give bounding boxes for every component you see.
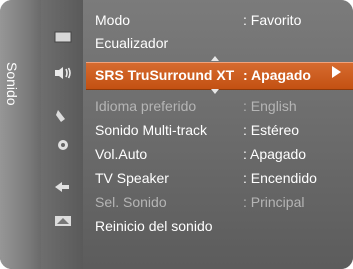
category-icon-column	[41, 0, 83, 269]
menu-item-value: : Principal	[243, 194, 305, 210]
setup-icon[interactable]	[53, 136, 73, 154]
menu-item-sel-sonido: Sel. Sonido : Principal	[95, 191, 304, 213]
menu-item-label: TV Speaker	[95, 170, 169, 186]
menu-item-value: : Apagado	[243, 146, 307, 162]
menu-panel: Modo : Favorito Ecualizador SRS TruSurro…	[83, 0, 353, 269]
menu-item-value: : English	[243, 98, 297, 114]
osd-menu: Sonido Modo: Favorito Ecualizador SRS T…	[0, 0, 353, 269]
enter-arrow-icon	[332, 66, 341, 78]
application-icon[interactable]	[53, 212, 73, 230]
menu-item-ecualizador[interactable]: Ecualizador	[95, 32, 168, 54]
menu-item-value: : Encendido	[243, 170, 317, 186]
menu-item-tv-speaker[interactable]: TV Speaker : Encendido	[95, 167, 317, 189]
menu-item-label: Sel. Sonido	[95, 194, 167, 210]
menu-item-idioma-preferido: Idioma preferido : English	[95, 95, 297, 117]
sound-icon[interactable]	[53, 64, 73, 82]
menu-item-srs-trusurround-xt[interactable]: SRS TruSurround XT : Apagado	[95, 64, 311, 86]
menu-item-value: : Apagado	[243, 67, 311, 83]
menu-item-value: : Favorito	[243, 12, 302, 28]
picture-icon[interactable]	[53, 28, 73, 46]
menu-item-label: Modo	[95, 12, 131, 28]
menu-item-label: Reinicio del sonido	[95, 218, 213, 234]
menu-item-label: Sonido Multi-track	[95, 122, 208, 138]
menu-item-vol-auto[interactable]: Vol.Auto : Apagado	[95, 143, 306, 165]
menu-category-strip: Sonido	[0, 0, 41, 269]
menu-item-sonido-multi-track[interactable]: Sonido Multi-track : Estéreo	[95, 119, 299, 141]
menu-item-label: SRS TruSurround XT	[95, 67, 235, 83]
menu-item-value: : Estéreo	[243, 122, 300, 138]
channel-icon[interactable]	[53, 107, 73, 125]
menu-item-modo[interactable]: Modo : Favorito	[95, 9, 301, 31]
menu-item-reinicio-del-sonido[interactable]: Reinicio del sonido	[95, 215, 213, 237]
input-icon[interactable]	[53, 177, 73, 195]
menu-item-label: Ecualizador	[95, 35, 169, 51]
menu-item-label: Idioma preferido	[95, 98, 197, 114]
menu-item-label: Vol.Auto	[95, 146, 148, 162]
scroll-down-indicator	[211, 89, 219, 94]
scroll-up-indicator	[211, 56, 219, 61]
category-label: Sonido	[4, 62, 20, 106]
